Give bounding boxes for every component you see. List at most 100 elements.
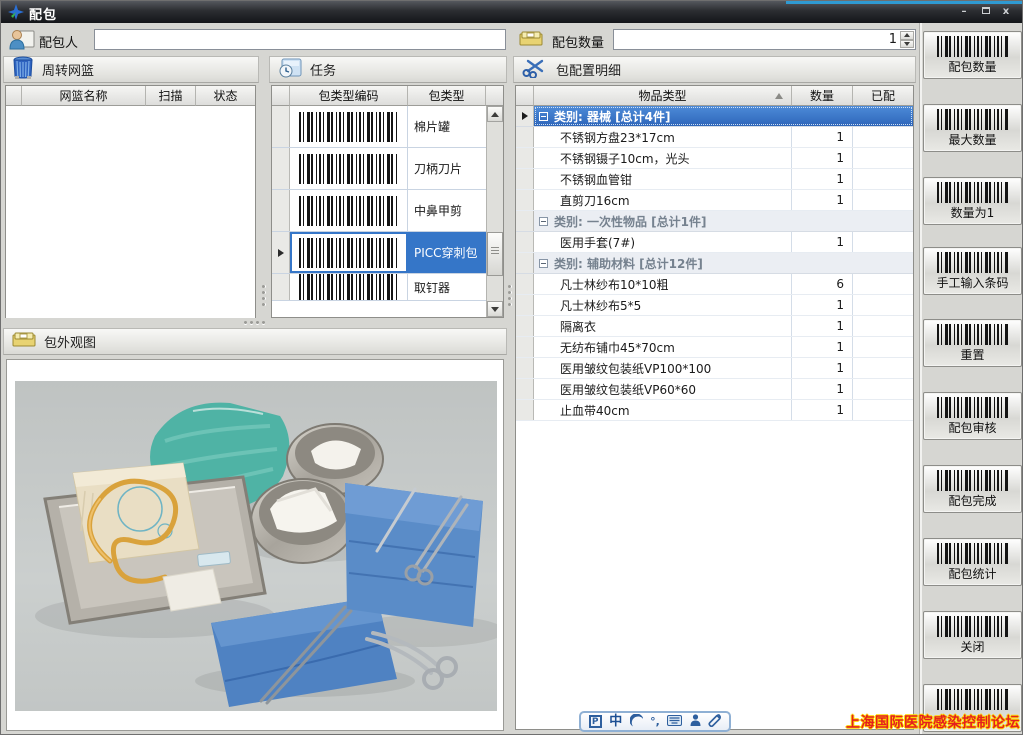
task-grid[interactable]: 包类型编码 包类型 棉片罐 刀柄刀片 中鼻甲剪 PICC穿刺包 [271,85,504,318]
quantity-label: 配包数量 [552,32,604,51]
scroll-thumb[interactable] [487,232,503,276]
title-bar[interactable]: 配包 – x [1,1,1023,23]
collapse-icon[interactable] [539,217,548,226]
ime-fullwidth-moon-icon[interactable] [630,714,643,730]
detail-item-row[interactable]: 无纺布铺巾45*70cm 1 [516,337,913,358]
action-button-manual-barcode[interactable]: 手工输入条码 [923,247,1022,295]
task-col-type[interactable]: 包类型 [408,86,486,106]
task-grid-corner [272,86,290,106]
packer-icon [9,28,35,53]
ime-language-mode[interactable]: 中 [609,715,622,728]
detail-item-row[interactable]: 直剪刀16cm 1 [516,190,913,211]
restore-button[interactable] [978,5,994,19]
task-row[interactable]: 中鼻甲剪 [272,190,486,232]
action-barcode [937,689,1009,710]
row-indicator-icon [522,112,528,120]
task-scrollbar[interactable] [486,106,503,317]
action-barcode [937,109,1009,130]
action-button-quantity-one[interactable]: 数量为1 [923,177,1022,225]
quantity-spin-buttons[interactable] [900,31,914,48]
task-panel-header: 任务 [269,56,507,83]
detail-col-qty[interactable]: 数量 [792,86,853,106]
pack-type-barcode [299,154,399,184]
pack-type-barcode [299,274,399,301]
action-barcode [937,182,1009,203]
task-col-code[interactable]: 包类型编码 [290,86,408,106]
ime-keyboard-icon[interactable] [667,715,682,729]
photo-panel-header: 包外观图 [3,328,507,355]
packer-label: 配包人 [39,32,78,51]
detail-col-packed[interactable]: 已配 [853,86,913,106]
basket-col-name[interactable]: 网篮名称 [22,86,146,106]
basket-panel-header: 周转网篮 [3,56,259,83]
quantity-value: 1 [889,32,897,47]
detail-item-row[interactable]: 医用皱纹包装纸VP100*100 1 [516,358,913,379]
basket-panel-title: 周转网篮 [42,60,94,79]
detail-item-row[interactable]: 不锈钢血管钳 1 [516,169,913,190]
collapse-icon[interactable] [539,112,548,121]
action-barcode [937,324,1009,345]
detail-item-row[interactable]: 不锈钢镊子10cm，光头 1 [516,148,913,169]
spin-up-icon[interactable] [900,31,914,40]
basket-grid[interactable]: 网篮名称 扫描 状态 [5,85,256,318]
ime-pinyin-logo-icon[interactable]: P [589,715,602,728]
detail-item-row[interactable]: 凡士林纱布10*10粗 6 [516,274,913,295]
action-button-pack-statistics[interactable]: 配包统计 [923,538,1022,586]
main-vertical-splitter[interactable] [508,285,511,306]
collapse-icon[interactable] [539,259,548,268]
ime-toolbar[interactable]: P 中 °, [579,711,731,732]
quantity-stepper[interactable]: 1 [613,29,916,50]
forum-watermark: 上海国际医院感染控制论坛 [846,712,1020,732]
task-row[interactable]: 棉片罐 [272,106,486,148]
basket-grid-body[interactable] [6,106,255,318]
scroll-down-icon[interactable] [487,301,503,317]
horizontal-splitter[interactable] [244,321,265,324]
detail-panel-header: 包配置明细 [513,56,916,83]
task-row-selected[interactable]: PICC穿刺包 [272,232,486,274]
pack-type-barcode [299,196,399,226]
action-barcode [937,543,1009,564]
row-indicator-icon [278,249,284,257]
basket-grid-corner [6,86,22,106]
vertical-splitter[interactable] [262,285,265,306]
detail-group-row[interactable]: 类别: 辅助材料 [总计12件] [516,253,913,274]
detail-item-row[interactable]: 隔离衣 1 [516,316,913,337]
action-button-pack-complete[interactable]: 配包完成 [923,465,1022,513]
pack-type-barcode [299,238,399,268]
task-icon [278,57,302,83]
action-button-reset[interactable]: 重置 [923,319,1022,367]
ime-tools-icon[interactable] [708,714,721,730]
packer-input[interactable] [94,29,506,50]
task-panel-title: 任务 [310,60,336,79]
basket-col-status[interactable]: 状态 [196,86,255,106]
action-barcode [937,36,1009,57]
close-button[interactable]: x [998,5,1014,19]
detail-group-row[interactable]: 类别: 一次性物品 [总计1件] [516,211,913,232]
detail-grid-corner [516,86,534,106]
task-row[interactable]: 刀柄刀片 [272,148,486,190]
basket-col-scan[interactable]: 扫描 [146,86,196,106]
window-title: 配包 [29,4,57,23]
action-button-max-quantity[interactable]: 最大数量 [923,104,1022,152]
detail-group-row-selected[interactable]: 类别: 器械 [总计4件] [516,106,913,127]
detail-item-row[interactable]: 医用皱纹包装纸VP60*60 1 [516,379,913,400]
task-row[interactable]: 取钉器 [272,274,486,301]
action-button-close[interactable]: 关闭 [923,611,1022,659]
sort-ascending-icon [775,93,783,99]
detail-item-row[interactable]: 止血带40cm 1 [516,400,913,421]
detail-grid[interactable]: 物品类型 数量 已配 类别: 器械 [总计4件] 不锈钢方盘23*17cm 1 … [515,85,914,730]
minimize-button[interactable]: – [956,5,972,19]
app-window: 配包 – x 配包人 配包数量 1 [0,0,1023,735]
sidebar-splitter[interactable] [919,23,922,735]
detail-item-row[interactable]: 医用手套(7#) 1 [516,232,913,253]
spin-down-icon[interactable] [900,40,914,49]
scroll-up-icon[interactable] [487,106,503,122]
action-button-pack-quantity[interactable]: 配包数量 [923,31,1022,79]
detail-item-row[interactable]: 凡士林纱布5*5 1 [516,295,913,316]
photo-panel-title: 包外观图 [44,332,96,351]
detail-col-item[interactable]: 物品类型 [534,86,792,106]
ime-punctuation-icon[interactable]: °, [650,716,660,727]
ime-user-icon[interactable] [690,714,701,729]
detail-item-row[interactable]: 不锈钢方盘23*17cm 1 [516,127,913,148]
action-button-pack-review[interactable]: 配包审核 [923,392,1022,440]
